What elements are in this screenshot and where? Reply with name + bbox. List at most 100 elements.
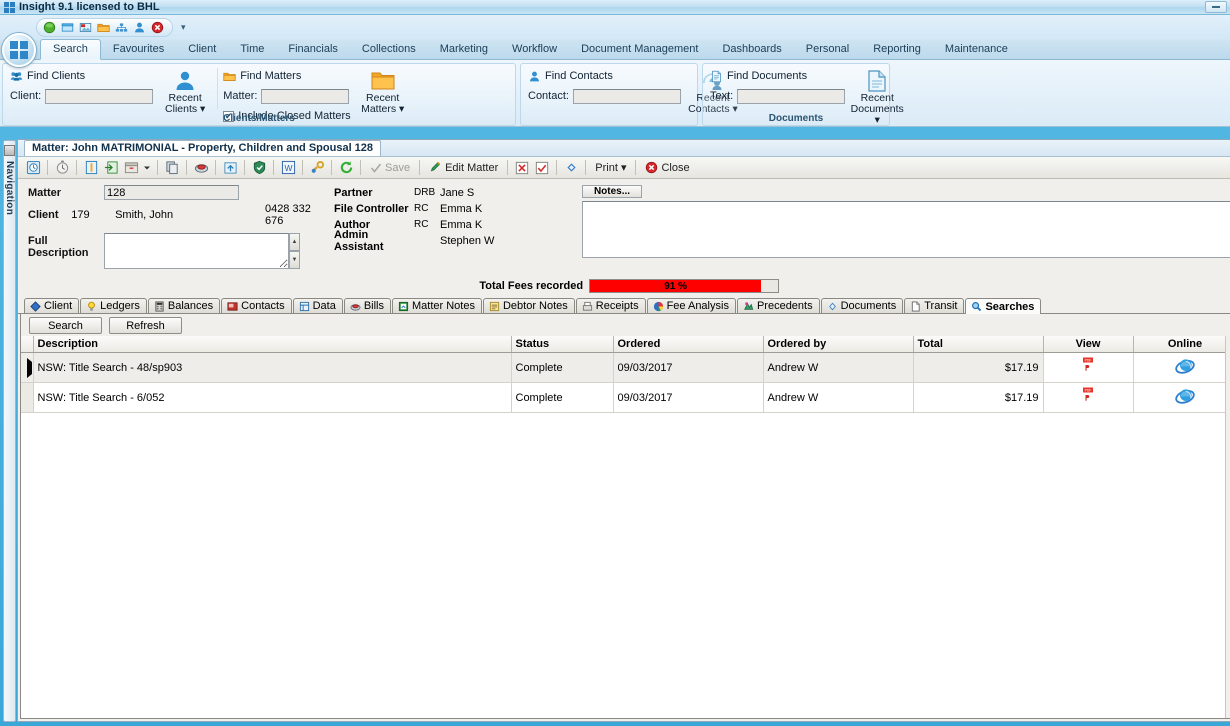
column-header-status[interactable]: Status — [511, 336, 614, 353]
delete-icon[interactable] — [151, 21, 164, 34]
ribbon-tab-financials[interactable]: Financials — [276, 40, 350, 59]
word-icon[interactable]: W — [279, 159, 297, 177]
debtor-notes-icon — [489, 301, 500, 311]
chevron-down-icon[interactable] — [142, 159, 152, 177]
tab-contacts[interactable]: Contacts — [221, 298, 292, 313]
export-icon[interactable] — [102, 159, 120, 177]
table-row[interactable]: NSW: Title Search - 6/052 Complete 09/03… — [21, 382, 1230, 413]
tab-debtor-notes[interactable]: Debtor Notes — [482, 298, 575, 313]
cell-view[interactable]: PDF — [1043, 352, 1134, 383]
column-header-online[interactable]: Online — [1133, 336, 1230, 353]
column-header-view[interactable]: View — [1043, 336, 1134, 353]
pdf-icon[interactable]: PDF — [1080, 357, 1096, 375]
tab-matter-notes-label: Matter Notes — [412, 300, 475, 312]
cancel-red-x-icon[interactable] — [513, 159, 531, 177]
confirm-red-check-icon[interactable] — [533, 159, 551, 177]
contact-search-input[interactable] — [572, 88, 681, 104]
scroll-down-icon[interactable]: ▼ — [289, 251, 300, 269]
full-description-scroll[interactable]: ▲ ▼ — [289, 233, 300, 269]
shield-icon[interactable] — [250, 159, 268, 177]
scroll-up-icon[interactable]: ▲ — [289, 233, 300, 251]
ribbon-tab-client[interactable]: Client — [176, 40, 228, 59]
ribbon-tab-collections[interactable]: Collections — [350, 40, 428, 59]
history-icon[interactable] — [24, 159, 42, 177]
recent-clients-button[interactable]: Recent Clients ▾ — [158, 68, 212, 115]
close-button[interactable]: Close — [641, 159, 693, 177]
green-circle-icon[interactable] — [43, 21, 56, 34]
tab-searches[interactable]: Searches — [965, 298, 1042, 314]
client-number: 179 — [71, 209, 90, 221]
matter-search-input[interactable] — [261, 88, 350, 104]
save-button[interactable]: Save — [366, 159, 414, 177]
notes-textarea[interactable] — [582, 201, 1230, 258]
column-header-total[interactable]: Total — [913, 336, 1044, 353]
refresh-icon[interactable] — [337, 159, 355, 177]
tab-data[interactable]: Data — [292, 298, 343, 313]
open-folder-icon[interactable] — [221, 159, 239, 177]
full-description-input[interactable] — [104, 233, 289, 269]
print-button[interactable]: Print ▾ — [591, 159, 630, 177]
ribbon-tab-document-management[interactable]: Document Management — [569, 40, 710, 59]
ribbon-tab-maintenance[interactable]: Maintenance — [933, 40, 1020, 59]
tab-documents[interactable]: Documents — [820, 298, 904, 313]
ribbon-tab-reporting[interactable]: Reporting — [861, 40, 933, 59]
tab-precedents[interactable]: Precedents — [736, 298, 820, 313]
ribbon-tab-marketing[interactable]: Marketing — [428, 40, 500, 59]
cell-view[interactable]: PDF — [1043, 382, 1134, 413]
window-icon[interactable] — [61, 21, 74, 34]
tab-client[interactable]: Client — [24, 298, 80, 313]
ribbon-tab-favourites[interactable]: Favourites — [101, 40, 176, 59]
clients-icon — [10, 71, 23, 81]
network-icon[interactable] — [115, 21, 128, 34]
tab-bills[interactable]: Bills — [343, 298, 391, 313]
diamond-blue-icon — [30, 300, 41, 312]
copy-icon[interactable] — [163, 159, 181, 177]
tab-matter-notes[interactable]: Matter Notes — [392, 298, 482, 313]
tab-receipts[interactable]: Receipts — [575, 298, 646, 313]
author-name: Emma K — [440, 218, 483, 231]
document-text-input[interactable] — [737, 88, 846, 104]
archive-icon[interactable] — [122, 159, 140, 177]
client-search-input[interactable] — [45, 88, 154, 104]
note-icon[interactable] — [82, 159, 100, 177]
navigation-panel-collapsed[interactable]: Navigation — [3, 140, 16, 722]
refresh-button[interactable]: Refresh — [109, 317, 182, 334]
picture-icon[interactable] — [79, 21, 92, 34]
tab-ledgers[interactable]: Ledgers — [80, 298, 147, 313]
tab-fee-analysis[interactable]: Fee Analysis — [646, 298, 736, 313]
minimize-button[interactable] — [1205, 1, 1227, 13]
ribbon-tab-personal[interactable]: Personal — [794, 40, 861, 59]
search-button[interactable]: Search — [29, 317, 102, 334]
notes-button[interactable]: Notes... — [582, 185, 642, 198]
diamond-eraser-icon[interactable] — [562, 159, 580, 177]
ribbon-tab-dashboards[interactable]: Dashboards — [710, 40, 793, 59]
grid-vertical-scrollbar[interactable] — [1224, 336, 1230, 718]
table-row[interactable]: NSW: Title Search - 48/sp903 Complete 09… — [21, 352, 1230, 383]
column-header-ordered[interactable]: Ordered — [613, 336, 764, 353]
ribbon-tab-search[interactable]: Search — [40, 39, 101, 60]
edit-matter-button[interactable]: Edit Matter — [425, 159, 502, 177]
tab-balances[interactable]: Balances — [147, 298, 221, 313]
person-icon[interactable] — [133, 21, 146, 34]
navigation-label: Navigation — [4, 161, 15, 216]
column-header-description[interactable]: Description — [33, 336, 512, 353]
qat-dropdown-button[interactable]: ▾ — [181, 22, 186, 33]
matter-number-input[interactable] — [104, 185, 239, 200]
ribbon-tab-time[interactable]: Time — [228, 40, 276, 59]
application-menu-button[interactable] — [2, 33, 36, 67]
folder-icon[interactable] — [97, 21, 110, 34]
timer-icon[interactable] — [53, 159, 71, 177]
document-tab-matter[interactable]: Matter: John MATRIMONIAL - Property, Chi… — [24, 140, 382, 156]
tab-transit[interactable]: Transit — [904, 298, 965, 313]
recent-matters-button[interactable]: Recent Matters ▾ — [356, 68, 410, 115]
envelope-icon[interactable] — [192, 159, 210, 177]
column-header-ordered-by[interactable]: Ordered by — [763, 336, 914, 353]
link-icon[interactable] — [308, 159, 326, 177]
ribbon-tab-workflow[interactable]: Workflow — [500, 40, 569, 59]
internet-explorer-icon[interactable] — [1175, 356, 1195, 376]
internet-explorer-icon[interactable] — [1175, 386, 1195, 406]
pdf-icon[interactable]: PDF — [1080, 387, 1096, 405]
cell-online[interactable] — [1133, 382, 1230, 413]
cell-online[interactable] — [1133, 352, 1230, 383]
client-name: Smith, John — [115, 209, 174, 221]
